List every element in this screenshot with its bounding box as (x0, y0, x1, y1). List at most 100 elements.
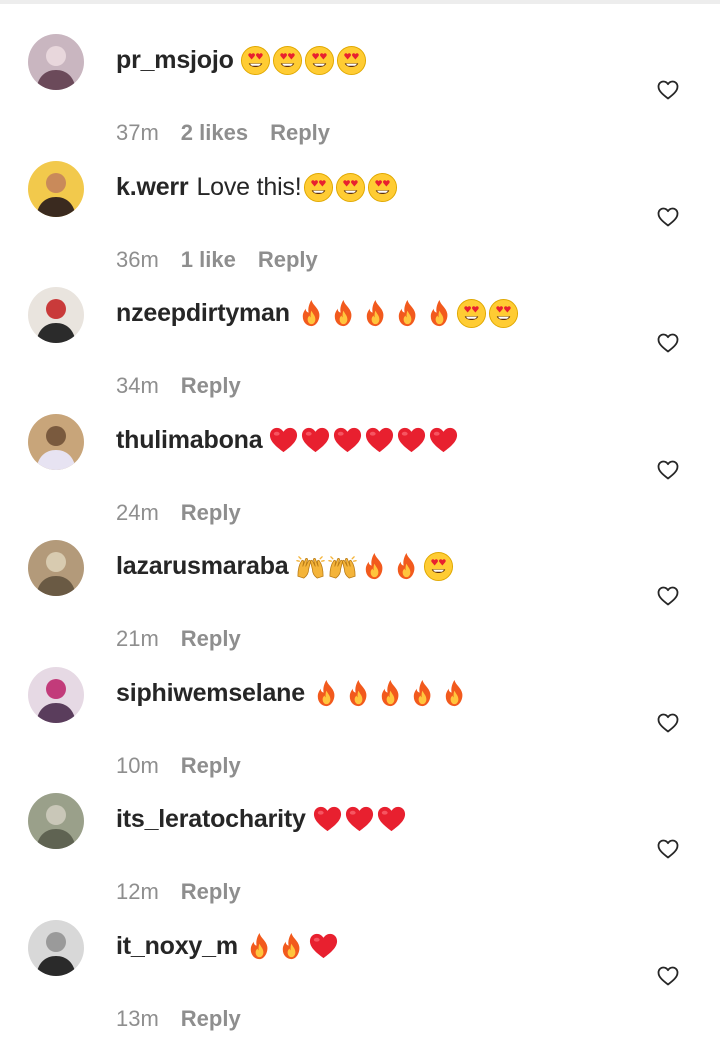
heart-outline-icon (657, 586, 679, 606)
comment-username[interactable]: k.werr (116, 173, 189, 202)
comment-emojis (240, 45, 368, 76)
comment-body: its_leratocharity (116, 801, 408, 837)
red-heart-icon (268, 425, 299, 456)
fire-icon (424, 298, 455, 329)
red-heart-icon (376, 804, 407, 835)
comment-meta: 36m 1 like Reply (116, 245, 318, 275)
heart-eyes-face-icon (488, 298, 519, 329)
avatar[interactable] (28, 920, 84, 976)
reply-button[interactable]: Reply (181, 1006, 241, 1032)
comment-likes-count[interactable]: 1 like (181, 247, 236, 273)
comment-body: k.werr Love this! (116, 169, 399, 205)
like-comment-button[interactable] (656, 584, 680, 608)
reply-button[interactable]: Reply (181, 753, 241, 779)
avatar[interactable] (28, 34, 84, 90)
comment-timestamp: 13m (116, 1006, 159, 1031)
avatar[interactable] (28, 667, 84, 723)
comment-item: thulimabona 24m Reply (0, 408, 720, 534)
comment-emojis (312, 804, 408, 835)
comment-username[interactable]: pr_msjojo (116, 46, 234, 75)
heart-eyes-face-icon (240, 45, 271, 76)
red-heart-icon (312, 804, 343, 835)
heart-eyes-face-icon (367, 172, 398, 203)
like-comment-button[interactable] (656, 711, 680, 735)
comment-meta: 13m Reply (116, 1004, 241, 1034)
raising-hands-icon (295, 551, 326, 582)
fire-icon (439, 678, 470, 709)
heart-eyes-face-icon (456, 298, 487, 329)
reply-button[interactable]: Reply (181, 500, 241, 526)
comment-timestamp: 21m (116, 626, 159, 651)
heart-outline-icon (657, 333, 679, 353)
fire-icon (311, 678, 342, 709)
comment-emojis (296, 298, 520, 329)
like-comment-button[interactable] (656, 205, 680, 229)
red-heart-icon (428, 425, 459, 456)
comment-timestamp: 10m (116, 753, 159, 778)
red-heart-icon (308, 931, 339, 962)
avatar[interactable] (28, 540, 84, 596)
top-divider (0, 0, 720, 4)
comment-username[interactable]: it_noxy_m (116, 932, 238, 961)
comment-item: nzeepdirtyman 34m Reply (0, 281, 720, 407)
like-comment-button[interactable] (656, 964, 680, 988)
comment-username[interactable]: siphiwemselane (116, 679, 305, 708)
comment-meta: 34m Reply (116, 371, 241, 401)
heart-outline-icon (657, 713, 679, 733)
like-comment-button[interactable] (656, 458, 680, 482)
heart-eyes-face-icon (336, 45, 367, 76)
avatar[interactable] (28, 161, 84, 217)
heart-outline-icon (657, 460, 679, 480)
comment-username[interactable]: thulimabona (116, 426, 263, 455)
comment-emojis (303, 172, 399, 203)
red-heart-icon (300, 425, 331, 456)
fire-icon (296, 298, 327, 329)
avatar[interactable] (28, 793, 84, 849)
avatar[interactable] (28, 414, 84, 470)
heart-outline-icon (657, 839, 679, 859)
fire-icon (343, 678, 374, 709)
comment-item: its_leratocharity 12m Reply (0, 787, 720, 913)
reply-button[interactable]: Reply (181, 373, 241, 399)
avatar[interactable] (28, 287, 84, 343)
raising-hands-icon (327, 551, 358, 582)
comment-username[interactable]: nzeepdirtyman (116, 299, 290, 328)
comment-item: k.werr Love this! 36m 1 like Reply (0, 155, 720, 281)
heart-eyes-face-icon (303, 172, 334, 203)
comment-item: pr_msjojo 37m 2 likes Reply (0, 28, 720, 154)
heart-outline-icon (657, 80, 679, 100)
heart-eyes-face-icon (423, 551, 454, 582)
comment-body: lazarusmaraba (116, 548, 455, 584)
comment-meta: 37m 2 likes Reply (116, 118, 330, 148)
reply-button[interactable]: Reply (181, 626, 241, 652)
heart-outline-icon (657, 966, 679, 986)
comment-body: pr_msjojo (116, 42, 368, 78)
comment-username[interactable]: its_leratocharity (116, 805, 306, 834)
comment-meta: 12m Reply (116, 877, 241, 907)
comment-item: siphiwemselane 10m Reply (0, 661, 720, 787)
red-heart-icon (344, 804, 375, 835)
comment-username[interactable]: lazarusmaraba (116, 552, 289, 581)
comment-timestamp: 24m (116, 500, 159, 525)
comment-body: it_noxy_m (116, 928, 340, 964)
reply-button[interactable]: Reply (270, 120, 330, 146)
fire-icon (360, 298, 391, 329)
like-comment-button[interactable] (656, 837, 680, 861)
heart-eyes-face-icon (272, 45, 303, 76)
comment-body: thulimabona (116, 422, 460, 458)
like-comment-button[interactable] (656, 331, 680, 355)
comment-meta: 24m Reply (116, 498, 241, 528)
fire-icon (244, 931, 275, 962)
heart-eyes-face-icon (304, 45, 335, 76)
fire-icon (276, 931, 307, 962)
comment-timestamp: 34m (116, 373, 159, 398)
comment-body: siphiwemselane (116, 675, 471, 711)
comment-emojis (295, 551, 455, 582)
like-comment-button[interactable] (656, 78, 680, 102)
reply-button[interactable]: Reply (258, 247, 318, 273)
reply-button[interactable]: Reply (181, 879, 241, 905)
comment-likes-count[interactable]: 2 likes (181, 120, 248, 146)
comment-body: nzeepdirtyman (116, 295, 520, 331)
fire-icon (392, 298, 423, 329)
fire-icon (359, 551, 390, 582)
